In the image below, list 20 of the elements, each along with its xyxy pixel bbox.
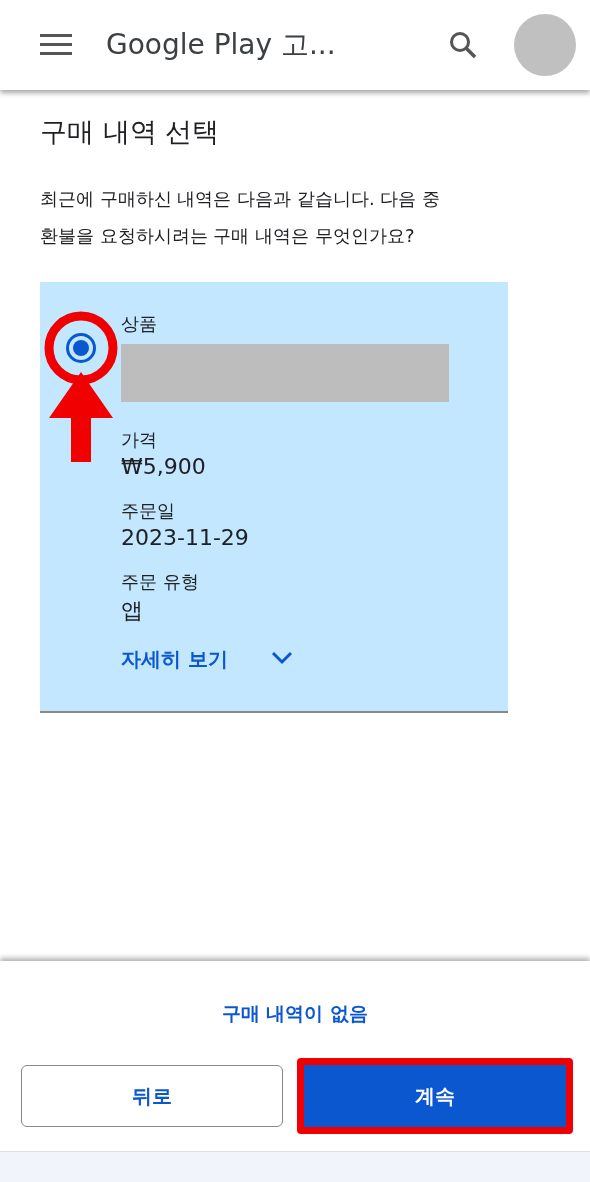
continue-button[interactable]: 계속: [304, 1065, 566, 1127]
up-arrow-icon: [48, 372, 113, 462]
field-label: 주문일: [121, 499, 175, 523]
radio-button[interactable]: [64, 332, 97, 364]
field-label: 주문 유형: [121, 570, 199, 594]
field-label: 가격: [121, 428, 157, 452]
purchase-card[interactable]: 상품 가격 ₩5,900 주문일 2023-11-29 주문 유형 앱 자세히 보기: [40, 282, 508, 713]
chevron-icon[interactable]: [271, 651, 293, 665]
menu-icon[interactable]: [40, 34, 72, 56]
field-value: ₩5,900: [121, 454, 206, 479]
details-link[interactable]: 자세히 보기: [121, 646, 228, 673]
search-icon[interactable]: [448, 30, 478, 60]
page-heading: 구매 내역 선택: [40, 115, 221, 149]
no-purchase-link[interactable]: 구매 내역이 없음: [221, 1001, 369, 1027]
field-value: 2023-11-29: [121, 525, 249, 550]
description-text: 최근에 구매하신 내역은 다음과 같습니다. 다음 중 환불을 요청하시려는 구매 내역은 무엇인가요?: [40, 187, 442, 248]
field-label: 상품: [121, 312, 157, 336]
field-value: 앱: [121, 597, 143, 625]
back-button[interactable]: 뒤로: [21, 1065, 283, 1127]
app-title: Google Play 고...: [106, 27, 337, 63]
